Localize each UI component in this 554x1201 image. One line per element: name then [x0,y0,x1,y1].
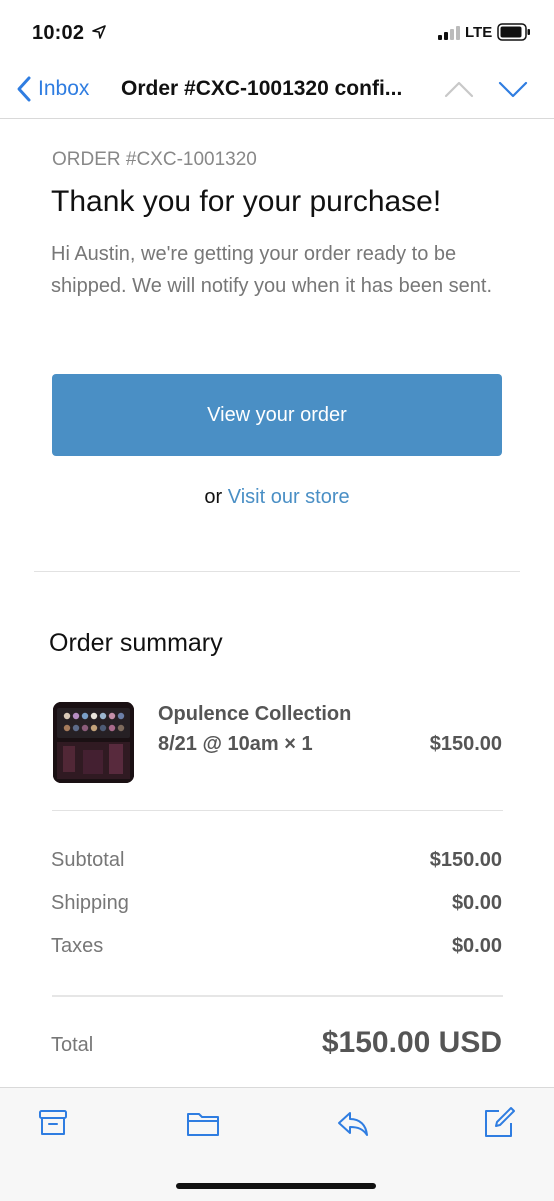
status-time: 10:02 [32,22,85,44]
visit-store-link[interactable]: Visit our store [228,486,350,508]
battery-icon [497,23,530,41]
order-number: ORDER #CXC-1001320 [52,149,257,170]
item-name: Opulence Collection [158,703,352,725]
item-price: $150.00 [429,733,502,755]
nav-bar: Inbox Order #CXC-1001320 confi... [0,64,554,119]
chevron-up-icon[interactable] [443,78,475,100]
view-order-button[interactable]: View your order [52,374,502,456]
total-label: Total [51,1034,94,1056]
folder-icon[interactable] [186,1106,220,1140]
shipping-value: $0.00 [451,892,502,914]
network-type: LTE [465,24,493,41]
divider [52,810,503,811]
taxes-value: $0.00 [451,935,502,957]
home-indicator[interactable] [176,1183,376,1189]
subtotal-value: $150.00 [429,849,502,871]
location-arrow-icon [92,25,106,39]
archive-icon[interactable] [36,1106,70,1140]
signal-icon [438,26,460,40]
product-thumbnail [53,702,134,783]
or-text: or [204,486,223,508]
item-variant: 8/21 @ 10am × 1 [158,733,313,755]
back-label: Inbox [38,77,90,100]
reply-icon[interactable] [336,1106,370,1140]
email-heading: Thank you for your purchase! [51,185,442,218]
email-subject: Order #CXC-1001320 confi... [121,77,403,100]
order-summary-title: Order summary [49,629,223,657]
divider [52,995,503,997]
intro-text: Hi Austin, we're getting your order read… [51,243,492,297]
back-button[interactable]: Inbox [16,72,89,106]
subtotal-label: Subtotal [51,849,125,871]
status-bar: 10:02 LTE [0,0,554,64]
chevron-down-icon[interactable] [497,78,529,100]
shipping-label: Shipping [51,892,129,914]
taxes-label: Taxes [51,935,104,957]
compose-icon[interactable] [482,1106,516,1140]
chevron-left-icon [17,76,31,102]
total-value: $150.00 USD [321,1026,502,1059]
store-link-line: or Visit our store [0,486,554,509]
email-body: ORDER #CXC-1001320 Thank you for your pu… [0,119,554,1087]
divider [34,571,520,572]
